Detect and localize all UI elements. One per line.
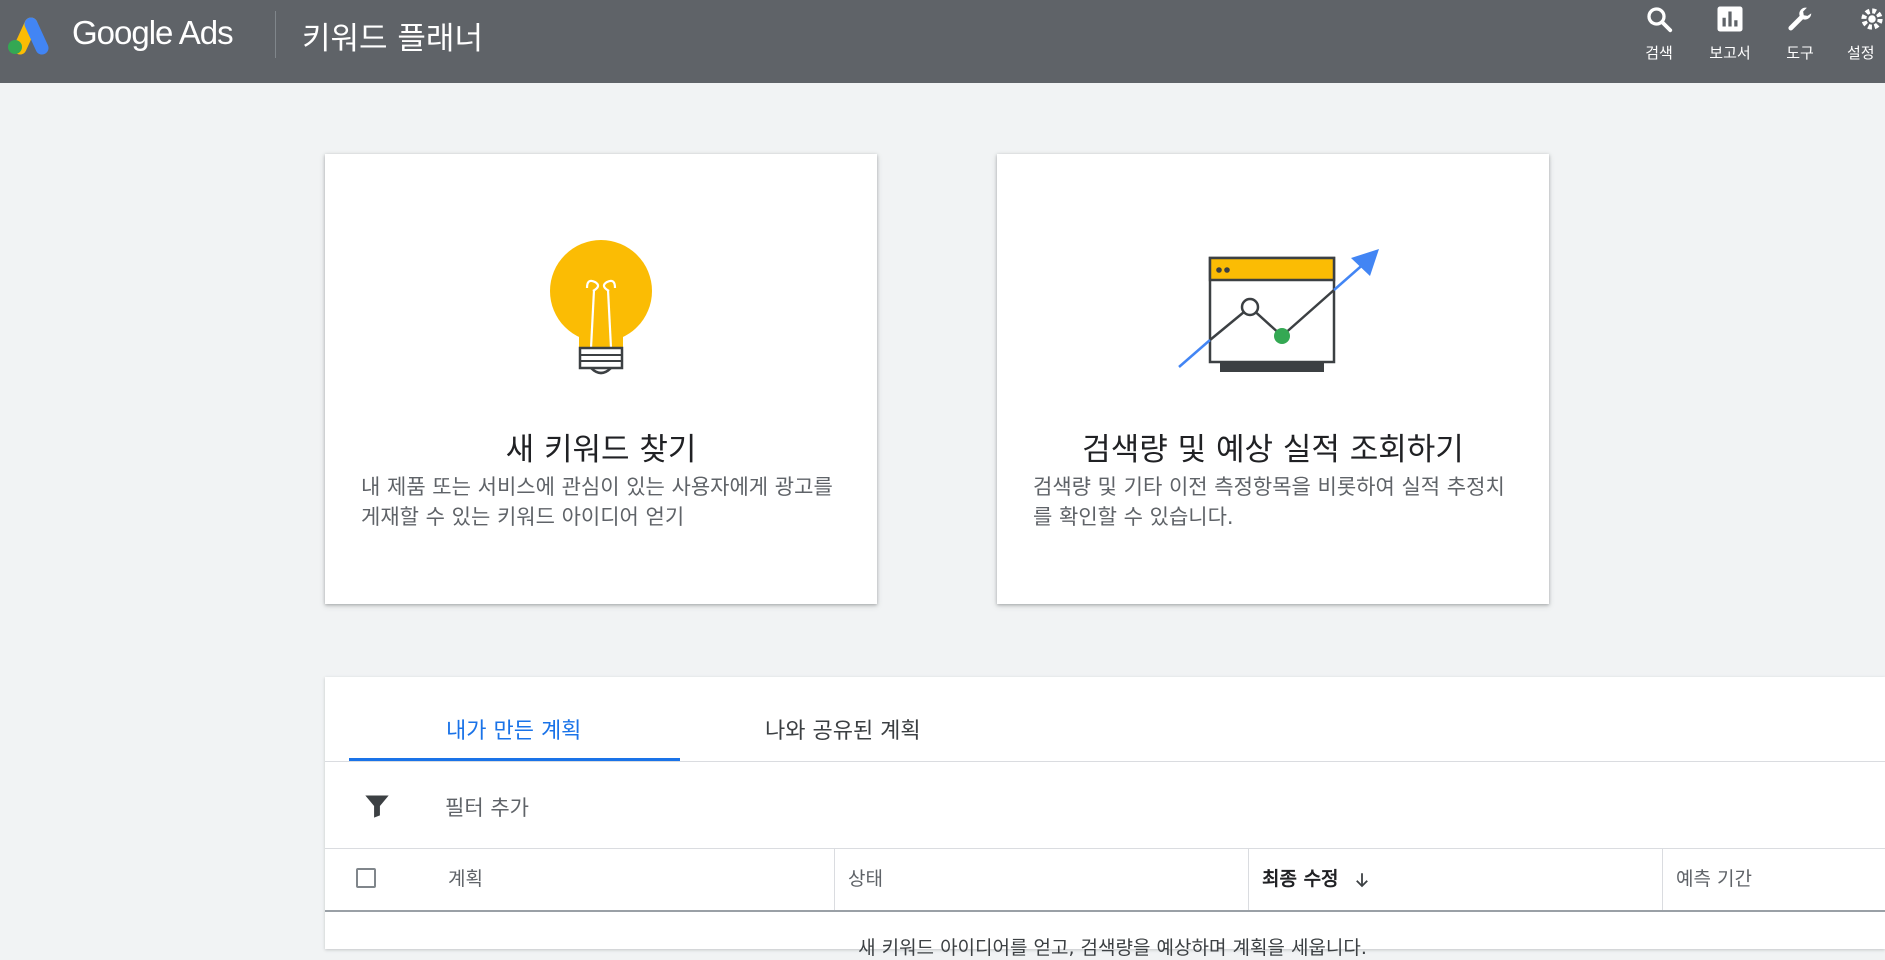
select-all-checkbox[interactable] (356, 868, 376, 888)
settings-button[interactable]: 설정 (1835, 4, 1885, 63)
column-header-forecast-period[interactable]: 예측 기간 (1662, 849, 1885, 910)
forecast-card[interactable]: 검색량 및 예상 실적 조회하기 검색량 및 기타 이전 측정항목을 비롯하여 … (997, 154, 1549, 604)
tab-shared-plans[interactable]: 나와 공유된 계획 (765, 713, 921, 745)
top-app-bar: Google Ads 키워드 플래너 검색 보고서 도구 설정 (0, 0, 1885, 83)
settings-label: 설정 (1847, 44, 1875, 62)
filter-icon[interactable] (363, 792, 391, 820)
search-label: 검색 (1645, 44, 1673, 62)
empty-state-message: 새 키워드 아이디어를 얻고, 검색량을 예상하며 계획을 세웁니다. (858, 937, 1367, 959)
column-label: 최종 수정 (1262, 868, 1339, 890)
reports-label: 보고서 (1709, 44, 1751, 62)
plans-panel: 내가 만든 계획 나와 공유된 계획 필터 추가 계획 상태 최종 수정 예측 … (325, 677, 1885, 959)
growth-chart-icon (1178, 249, 1379, 372)
page-title: 키워드 플래너 (302, 21, 483, 57)
brand-name[interactable]: Google Ads (72, 14, 234, 52)
column-header-status[interactable]: 상태 (834, 849, 1248, 910)
tab-my-plans[interactable]: 내가 만든 계획 (446, 713, 581, 745)
find-keywords-card[interactable]: 새 키워드 찾기 내 제품 또는 서비스에 관심이 있는 사용자에게 광고를 게… (325, 154, 877, 604)
column-label: 예측 기간 (1676, 868, 1752, 890)
reports-button[interactable]: 보고서 (1695, 4, 1765, 63)
card-description: 내 제품 또는 서비스에 관심이 있는 사용자에게 광고를 게재할 수 있는 키… (361, 475, 833, 529)
card-title: 검색량 및 예상 실적 조회하기 (1082, 432, 1464, 468)
card-title: 새 키워드 찾기 (505, 432, 697, 468)
table-header-divider (325, 910, 1885, 912)
google-ads-logo-icon (8, 17, 49, 55)
tabs-divider (325, 761, 1885, 762)
reports-icon (1717, 6, 1743, 32)
add-filter-button[interactable]: 필터 추가 (445, 792, 529, 822)
search-button[interactable]: 검색 (1624, 4, 1694, 63)
wrench-icon (1788, 7, 1812, 31)
column-label: 계획 (448, 868, 483, 890)
search-icon (1647, 7, 1673, 33)
sort-descending-icon (1356, 872, 1369, 887)
gear-icon (1861, 8, 1883, 30)
column-label: 상태 (848, 868, 883, 890)
header-divider (275, 11, 276, 58)
column-header-last-modified[interactable]: 최종 수정 (1248, 849, 1662, 910)
column-header-plan[interactable]: 계획 (435, 849, 739, 910)
lightbulb-icon (550, 240, 652, 375)
card-description: 검색량 및 기타 이전 측정항목을 비롯하여 실적 추정치를 확인할 수 있습니… (1033, 475, 1505, 529)
tools-label: 도구 (1786, 44, 1814, 62)
tools-button[interactable]: 도구 (1765, 4, 1835, 63)
